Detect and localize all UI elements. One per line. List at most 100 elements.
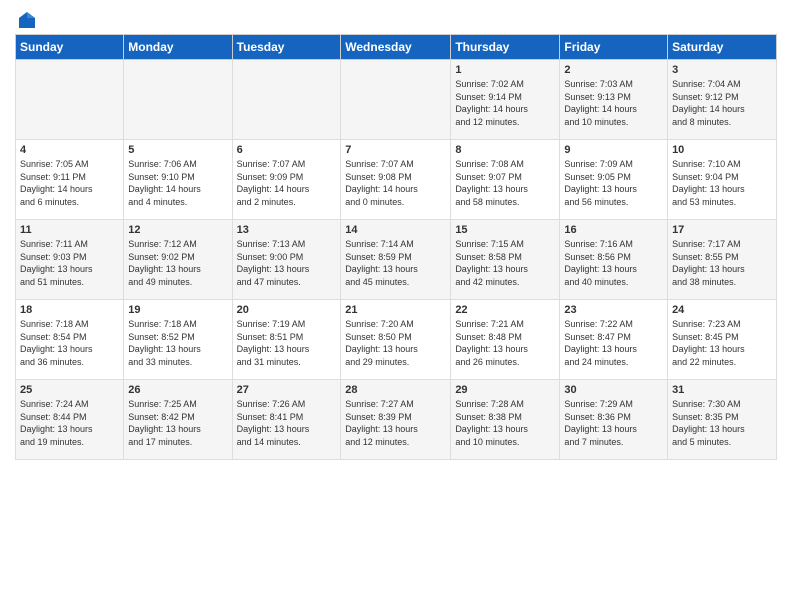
day-number: 31 (672, 384, 772, 396)
day-info: Sunrise: 7:18 AM Sunset: 8:52 PM Dayligh… (128, 318, 227, 368)
day-info: Sunrise: 7:14 AM Sunset: 8:59 PM Dayligh… (345, 238, 446, 288)
day-number: 12 (128, 224, 227, 236)
calendar-cell: 1 Sunrise: 7:02 AM Sunset: 9:14 PM Daylig… (451, 60, 560, 140)
day-info: Sunrise: 7:15 AM Sunset: 8:58 PM Dayligh… (455, 238, 555, 288)
calendar-cell (232, 60, 341, 140)
day-number: 16 (564, 224, 663, 236)
calendar-cell: 24 Sunrise: 7:23 AM Sunset: 8:45 PM Dayli… (668, 300, 777, 380)
day-number: 20 (237, 304, 337, 316)
calendar-cell: 10Sunrise: 7:10 AM Sunset: 9:04 PM Dayli… (668, 140, 777, 220)
day-info: Sunrise: 7:29 AM Sunset: 8:36 PM Dayligh… (564, 398, 663, 448)
calendar-cell: 18 Sunrise: 7:18 AM Sunset: 8:54 PM Dayli… (16, 300, 124, 380)
calendar-cell: 28 Sunrise: 7:27 AM Sunset: 8:39 PM Dayli… (341, 380, 451, 460)
calendar-cell: 13 Sunrise: 7:13 AM Sunset: 9:00 PM Dayli… (232, 220, 341, 300)
column-header-monday: Monday (124, 35, 232, 60)
day-number: 26 (128, 384, 227, 396)
day-number: 6 (237, 144, 337, 156)
logo-icon (17, 10, 37, 30)
calendar-cell: 21 Sunrise: 7:20 AM Sunset: 8:50 PM Dayli… (341, 300, 451, 380)
calendar-cell: 31 Sunrise: 7:30 AM Sunset: 8:35 PM Dayli… (668, 380, 777, 460)
calendar-cell: 17Sunrise: 7:17 AM Sunset: 8:55 PM Dayli… (668, 220, 777, 300)
day-info: Sunrise: 7:23 AM Sunset: 8:45 PM Dayligh… (672, 318, 772, 368)
day-number: 27 (237, 384, 337, 396)
calendar-page: SundayMondayTuesdayWednesdayThursdayFrid… (0, 0, 792, 612)
day-info: Sunrise: 7:17 AM Sunset: 8:55 PM Dayligh… (672, 238, 772, 288)
calendar-cell: 23 Sunrise: 7:22 AM Sunset: 8:47 PM Dayli… (560, 300, 668, 380)
day-info: Sunrise: 7:20 AM Sunset: 8:50 PM Dayligh… (345, 318, 446, 368)
day-number: 18 (20, 304, 119, 316)
calendar-cell: 11Sunrise: 7:11 AM Sunset: 9:03 PM Dayli… (16, 220, 124, 300)
calendar-cell: 30Sunrise: 7:29 AM Sunset: 8:36 PM Dayli… (560, 380, 668, 460)
calendar-cell: 27 Sunrise: 7:26 AM Sunset: 8:41 PM Dayli… (232, 380, 341, 460)
day-number: 3 (672, 64, 772, 76)
calendar-cell: 7 Sunrise: 7:07 AM Sunset: 9:08 PM Daylig… (341, 140, 451, 220)
day-number: 11 (20, 224, 119, 236)
day-info: Sunrise: 7:25 AM Sunset: 8:42 PM Dayligh… (128, 398, 227, 448)
day-number: 15 (455, 224, 555, 236)
header (15, 10, 777, 26)
day-info: Sunrise: 7:07 AM Sunset: 9:08 PM Dayligh… (345, 158, 446, 208)
column-header-tuesday: Tuesday (232, 35, 341, 60)
day-info: Sunrise: 7:22 AM Sunset: 8:47 PM Dayligh… (564, 318, 663, 368)
calendar-cell: 4 Sunrise: 7:05 AM Sunset: 9:11 PM Daylig… (16, 140, 124, 220)
day-info: Sunrise: 7:18 AM Sunset: 8:54 PM Dayligh… (20, 318, 119, 368)
day-info: Sunrise: 7:06 AM Sunset: 9:10 PM Dayligh… (128, 158, 227, 208)
day-number: 8 (455, 144, 555, 156)
column-header-wednesday: Wednesday (341, 35, 451, 60)
calendar-cell: 14Sunrise: 7:14 AM Sunset: 8:59 PM Dayli… (341, 220, 451, 300)
day-info: Sunrise: 7:16 AM Sunset: 8:56 PM Dayligh… (564, 238, 663, 288)
day-number: 23 (564, 304, 663, 316)
day-info: Sunrise: 7:02 AM Sunset: 9:14 PM Dayligh… (455, 78, 555, 128)
calendar-cell: 26 Sunrise: 7:25 AM Sunset: 8:42 PM Dayli… (124, 380, 232, 460)
day-number: 4 (20, 144, 119, 156)
calendar-week-row: 25 Sunrise: 7:24 AM Sunset: 8:44 PM Dayli… (16, 380, 777, 460)
day-info: Sunrise: 7:05 AM Sunset: 9:11 PM Dayligh… (20, 158, 119, 208)
calendar-cell: 25 Sunrise: 7:24 AM Sunset: 8:44 PM Dayli… (16, 380, 124, 460)
calendar-week-row: 18 Sunrise: 7:18 AM Sunset: 8:54 PM Dayli… (16, 300, 777, 380)
day-number: 19 (128, 304, 227, 316)
logo (15, 10, 37, 26)
day-number: 29 (455, 384, 555, 396)
calendar-cell (16, 60, 124, 140)
calendar-header-row: SundayMondayTuesdayWednesdayThursdayFrid… (16, 35, 777, 60)
calendar-table: SundayMondayTuesdayWednesdayThursdayFrid… (15, 34, 777, 460)
calendar-cell: 15 Sunrise: 7:15 AM Sunset: 8:58 PM Dayli… (451, 220, 560, 300)
day-info: Sunrise: 7:03 AM Sunset: 9:13 PM Dayligh… (564, 78, 663, 128)
day-info: Sunrise: 7:30 AM Sunset: 8:35 PM Dayligh… (672, 398, 772, 448)
day-number: 10 (672, 144, 772, 156)
day-number: 9 (564, 144, 663, 156)
day-number: 1 (455, 64, 555, 76)
calendar-cell: 29Sunrise: 7:28 AM Sunset: 8:38 PM Dayli… (451, 380, 560, 460)
day-info: Sunrise: 7:12 AM Sunset: 9:02 PM Dayligh… (128, 238, 227, 288)
day-number: 5 (128, 144, 227, 156)
day-info: Sunrise: 7:09 AM Sunset: 9:05 PM Dayligh… (564, 158, 663, 208)
day-info: Sunrise: 7:08 AM Sunset: 9:07 PM Dayligh… (455, 158, 555, 208)
day-number: 22 (455, 304, 555, 316)
calendar-cell: 3 Sunrise: 7:04 AM Sunset: 9:12 PM Daylig… (668, 60, 777, 140)
calendar-cell (341, 60, 451, 140)
day-number: 25 (20, 384, 119, 396)
calendar-cell: 22 Sunrise: 7:21 AM Sunset: 8:48 PM Dayli… (451, 300, 560, 380)
calendar-week-row: 4 Sunrise: 7:05 AM Sunset: 9:11 PM Daylig… (16, 140, 777, 220)
column-header-friday: Friday (560, 35, 668, 60)
day-number: 13 (237, 224, 337, 236)
day-info: Sunrise: 7:27 AM Sunset: 8:39 PM Dayligh… (345, 398, 446, 448)
day-number: 24 (672, 304, 772, 316)
day-info: Sunrise: 7:24 AM Sunset: 8:44 PM Dayligh… (20, 398, 119, 448)
day-info: Sunrise: 7:04 AM Sunset: 9:12 PM Dayligh… (672, 78, 772, 128)
day-number: 28 (345, 384, 446, 396)
day-info: Sunrise: 7:07 AM Sunset: 9:09 PM Dayligh… (237, 158, 337, 208)
day-number: 21 (345, 304, 446, 316)
calendar-cell: 5 Sunrise: 7:06 AM Sunset: 9:10 PM Daylig… (124, 140, 232, 220)
calendar-cell: 16 Sunrise: 7:16 AM Sunset: 8:56 PM Dayli… (560, 220, 668, 300)
calendar-cell: 20 Sunrise: 7:19 AM Sunset: 8:51 PM Dayli… (232, 300, 341, 380)
day-info: Sunrise: 7:26 AM Sunset: 8:41 PM Dayligh… (237, 398, 337, 448)
day-number: 7 (345, 144, 446, 156)
day-info: Sunrise: 7:19 AM Sunset: 8:51 PM Dayligh… (237, 318, 337, 368)
calendar-cell: 2Sunrise: 7:03 AM Sunset: 9:13 PM Daylig… (560, 60, 668, 140)
calendar-week-row: 1 Sunrise: 7:02 AM Sunset: 9:14 PM Daylig… (16, 60, 777, 140)
column-header-thursday: Thursday (451, 35, 560, 60)
day-info: Sunrise: 7:13 AM Sunset: 9:00 PM Dayligh… (237, 238, 337, 288)
day-info: Sunrise: 7:21 AM Sunset: 8:48 PM Dayligh… (455, 318, 555, 368)
calendar-cell: 19 Sunrise: 7:18 AM Sunset: 8:52 PM Dayli… (124, 300, 232, 380)
